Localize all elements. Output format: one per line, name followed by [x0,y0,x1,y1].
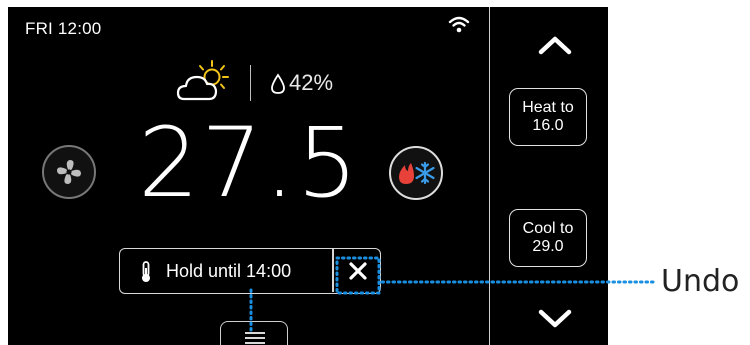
humidity-value: 42% [289,70,334,95]
menu-icon [245,332,265,345]
thermometer-icon [142,261,150,282]
close-icon [349,261,367,280]
chevron-up-icon[interactable] [535,31,575,59]
heat-setpoint-label: Heat to [522,98,574,116]
heat-setpoint-button[interactable]: Heat to 16.0 [509,88,587,146]
cool-setpoint-button[interactable]: Cool to 29.0 [509,209,587,267]
weather-separator [250,65,251,101]
fan-icon [57,160,81,184]
wifi-icon [448,16,470,33]
fan-button[interactable] [42,145,96,199]
chevron-down-icon[interactable] [535,305,575,333]
undo-hold-button[interactable] [339,252,377,289]
heat-cool-mode-icon [399,161,435,185]
cool-setpoint-value: 29.0 [532,238,564,255]
menu-tab-button[interactable] [220,321,288,345]
undo-callout-label: Undo [661,264,740,299]
cool-setpoint-label: Cool to [522,219,574,237]
hold-label: Hold until 14:00 [166,261,292,281]
day-time: FRI 12:00 [25,19,102,38]
thermostat-screen: FRI 12:00 42% 27.5 Hold until 14:00 Heat… [8,7,608,345]
mode-button[interactable] [389,146,443,200]
partly-sunny-icon [176,60,229,101]
panel-divider [489,7,490,345]
hold-separator [332,249,334,292]
hold-bar: Hold until 14:00 [119,248,381,294]
droplet-icon [271,73,285,94]
heat-setpoint-value: 16.0 [532,117,564,134]
